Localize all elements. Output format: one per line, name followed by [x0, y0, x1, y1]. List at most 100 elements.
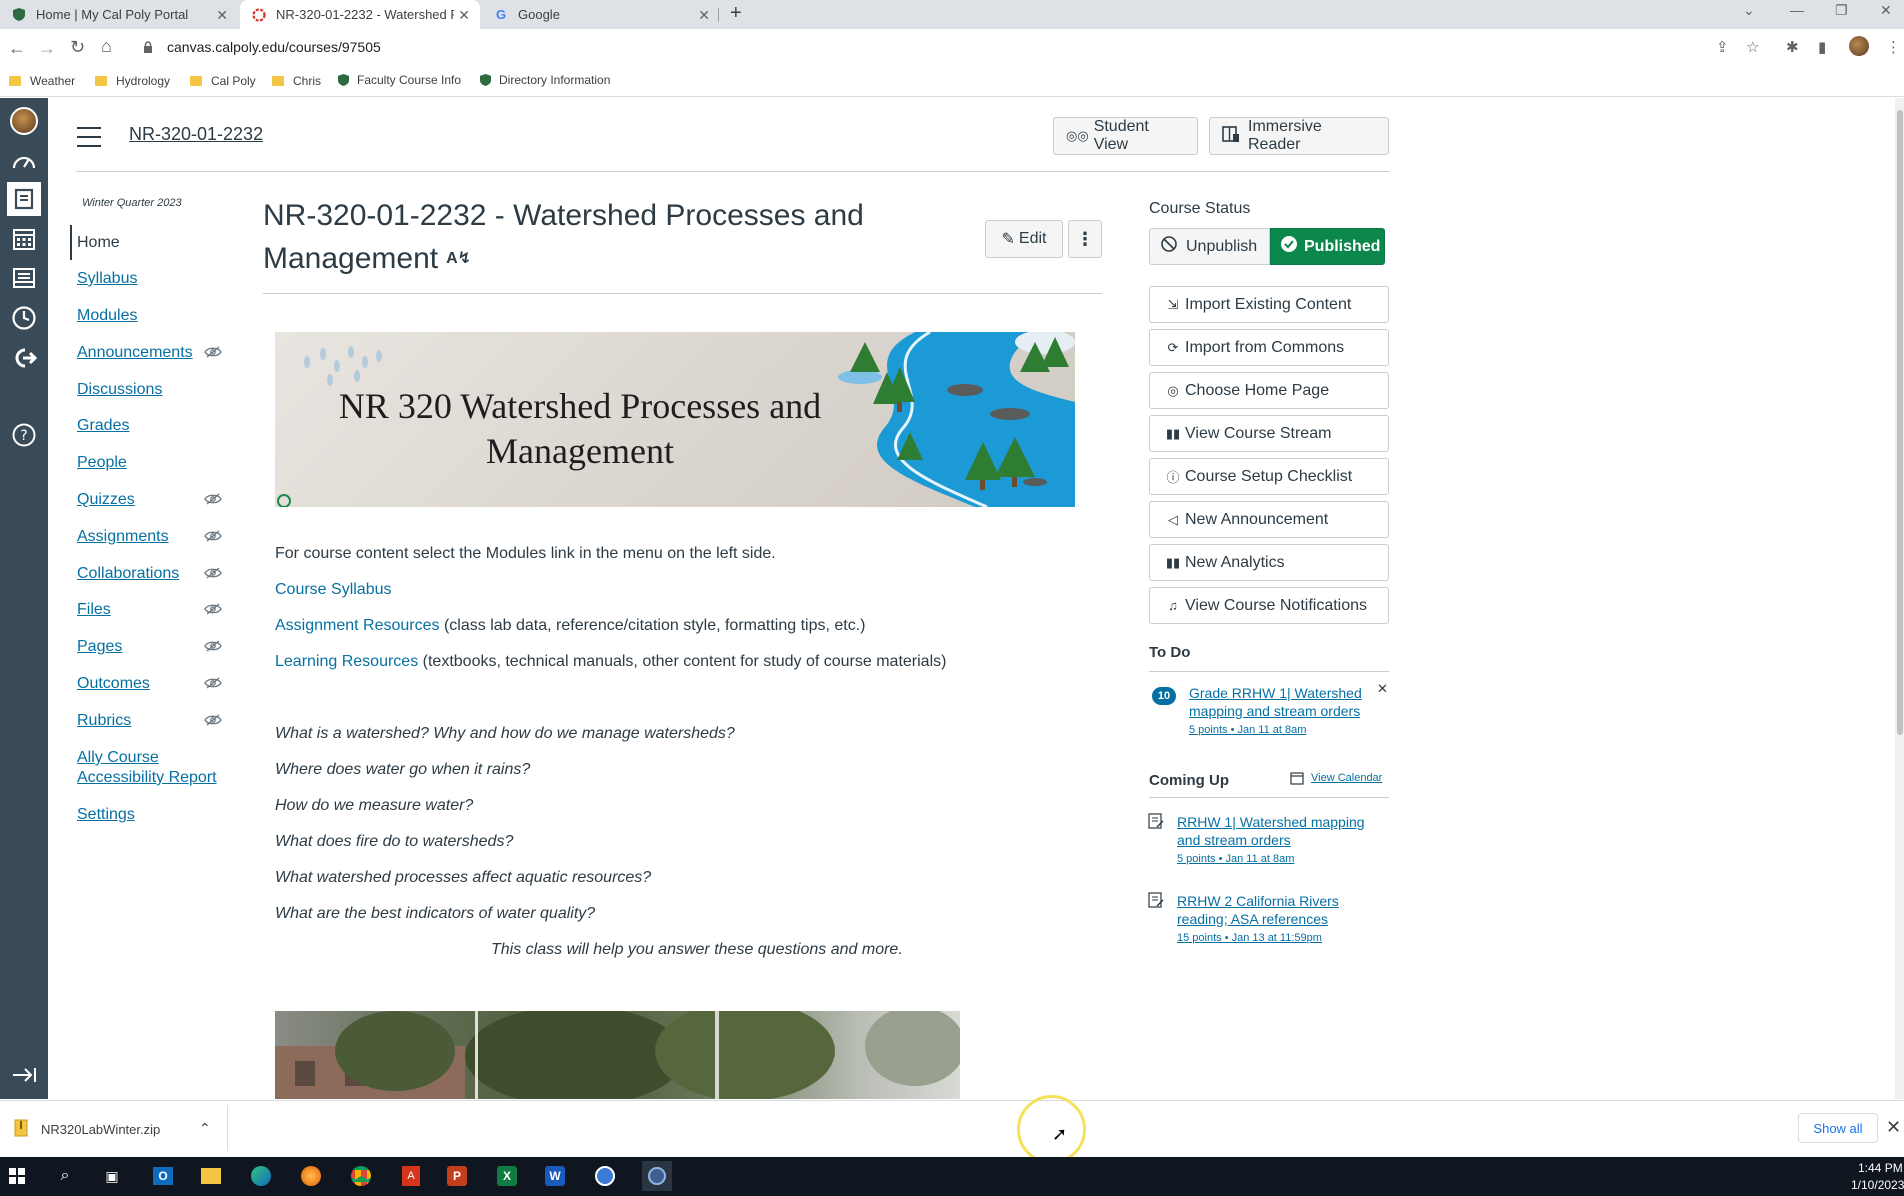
home-icon[interactable]: ⌂: [101, 36, 112, 57]
bookmark-directory-information[interactable]: Directory Information: [480, 73, 610, 87]
avatar[interactable]: [1849, 36, 1869, 60]
import-from-commons-button[interactable]: ⟳ Import from Commons: [1149, 329, 1389, 366]
course-nav-files[interactable]: Files: [77, 600, 111, 620]
star-icon[interactable]: ☆: [1746, 38, 1759, 56]
coming-up-item-title-line1[interactable]: RRHW 1| Watershed mapping: [1177, 813, 1365, 831]
course-nav-modules[interactable]: Modules: [77, 306, 137, 326]
taskbar-date[interactable]: 1/10/2023: [1851, 1178, 1904, 1192]
tab-google[interactable]: G Google ✕: [482, 0, 720, 29]
todo-item-meta[interactable]: 5 points • Jan 11 at 8am: [1189, 724, 1306, 736]
restore-icon[interactable]: ❐: [1835, 2, 1848, 19]
close-icon[interactable]: ✕: [216, 7, 228, 24]
import-existing-content-button[interactable]: ⇲ Import Existing Content: [1149, 286, 1389, 323]
app-icon[interactable]: [594, 1165, 616, 1187]
help-icon[interactable]: ?: [7, 418, 41, 452]
firefox-icon[interactable]: [300, 1165, 322, 1187]
bookmark-hydrology[interactable]: Hydrology: [95, 74, 170, 88]
show-all-downloads-button[interactable]: Show all: [1798, 1113, 1878, 1143]
more-options-button[interactable]: ⋮: [1068, 220, 1102, 258]
coming-up-item-meta[interactable]: 5 points • Jan 11 at 8am: [1177, 853, 1294, 865]
course-nav-home[interactable]: Home: [77, 233, 120, 253]
windows-start-icon[interactable]: [6, 1165, 28, 1187]
chevron-down-icon[interactable]: ⌄: [1743, 2, 1755, 19]
account-avatar-icon[interactable]: [7, 104, 41, 138]
share-icon[interactable]: ⇪: [1716, 38, 1729, 56]
forward-icon[interactable]: →: [38, 38, 56, 59]
course-nav-pages[interactable]: Pages: [77, 637, 122, 657]
hamburger-menu-icon[interactable]: [77, 127, 101, 154]
coming-up-item-title-line1[interactable]: RRHW 2 California Rivers: [1177, 892, 1339, 910]
course-nav-outcomes[interactable]: Outcomes: [77, 674, 150, 694]
immersive-reader-button[interactable]: Immersive Reader: [1209, 117, 1389, 155]
outlook-icon[interactable]: O: [152, 1165, 174, 1187]
course-syllabus-link[interactable]: Course Syllabus: [275, 581, 392, 598]
course-nav-assignments[interactable]: Assignments: [77, 527, 169, 547]
course-nav-discussions[interactable]: Discussions: [77, 380, 162, 400]
coming-up-item-title-line2[interactable]: and stream orders: [1177, 831, 1291, 849]
course-nav-collaborations[interactable]: Collaborations: [77, 564, 179, 584]
close-icon[interactable]: ✕: [698, 7, 710, 24]
view-course-notifications-button[interactable]: ♫ View Course Notifications: [1149, 587, 1389, 624]
coming-up-item-title-line2[interactable]: reading; ASA references: [1177, 910, 1328, 928]
download-item[interactable]: NR320LabWinter.zip: [41, 1122, 160, 1137]
course-nav-quizzes[interactable]: Quizzes: [77, 490, 135, 510]
edit-button[interactable]: ✎ Edit: [985, 220, 1063, 258]
course-nav-announcements[interactable]: Announcements: [77, 343, 193, 363]
learning-resources-link[interactable]: Learning Resources: [275, 653, 418, 670]
inbox-icon[interactable]: [7, 261, 41, 295]
collapse-nav-icon[interactable]: [7, 1058, 41, 1092]
calendar-icon[interactable]: [7, 222, 41, 256]
close-icon[interactable]: ✕: [1886, 1117, 1901, 1138]
view-course-stream-button[interactable]: ▮▮ View Course Stream: [1149, 415, 1389, 452]
published-button[interactable]: Published: [1270, 228, 1385, 265]
breadcrumb-course[interactable]: NR-320-01-2232: [129, 124, 263, 145]
unpublish-button[interactable]: Unpublish: [1149, 228, 1270, 265]
new-announcement-button[interactable]: ◁ New Announcement: [1149, 501, 1389, 538]
minimize-icon[interactable]: —: [1790, 2, 1804, 18]
acrobat-icon[interactable]: A: [400, 1165, 422, 1187]
bookmark-faculty-course-info[interactable]: Faculty Course Info: [338, 73, 461, 87]
tab-canvas-course[interactable]: NR-320-01-2232 - Watershed Pr ✕: [240, 0, 480, 29]
close-window-icon[interactable]: ✕: [1880, 2, 1892, 19]
dismiss-icon[interactable]: ✕: [1377, 681, 1388, 697]
coming-up-item-meta[interactable]: 15 points • Jan 13 at 11:59pm: [1177, 932, 1322, 944]
todo-item-title-line1[interactable]: Grade RRHW 1| Watershed: [1189, 684, 1362, 702]
course-nav-settings[interactable]: Settings: [77, 805, 135, 825]
file-explorer-icon[interactable]: [200, 1165, 222, 1187]
word-icon[interactable]: W: [544, 1165, 566, 1187]
course-nav-ally-report-line2[interactable]: Accessibility Report: [77, 768, 217, 788]
course-nav-people[interactable]: People: [77, 453, 127, 473]
task-view-icon[interactable]: ▣: [101, 1165, 123, 1187]
student-view-button[interactable]: ◎◎ Student View: [1053, 117, 1198, 155]
todo-item-title-line2[interactable]: mapping and stream orders: [1189, 702, 1360, 720]
menu-icon[interactable]: ⋮: [1886, 38, 1901, 56]
course-nav-ally-report-line1[interactable]: Ally Course: [77, 748, 159, 768]
address-bar[interactable]: canvas.calpoly.edu/courses/97505: [167, 39, 381, 55]
chrome-icon[interactable]: [350, 1165, 372, 1187]
side-panel-icon[interactable]: ▮: [1818, 38, 1826, 56]
screen-recorder-icon[interactable]: [642, 1161, 672, 1191]
history-icon[interactable]: [7, 301, 41, 335]
bookmark-weather[interactable]: Weather: [9, 74, 75, 88]
commons-icon[interactable]: [7, 341, 41, 375]
courses-icon[interactable]: [7, 182, 41, 216]
search-icon[interactable]: ⌕: [54, 1165, 76, 1187]
bookmark-chris[interactable]: Chris: [272, 74, 321, 88]
tab-cal-poly-portal[interactable]: Home | My Cal Poly Portal ✕: [0, 0, 238, 29]
powerpoint-icon[interactable]: P: [446, 1165, 468, 1187]
course-nav-rubrics[interactable]: Rubrics: [77, 711, 131, 731]
reload-icon[interactable]: ↻: [70, 37, 85, 58]
ally-accessibility-icon[interactable]: A↯: [446, 237, 471, 280]
course-nav-syllabus[interactable]: Syllabus: [77, 269, 137, 289]
choose-home-page-button[interactable]: ◎ Choose Home Page: [1149, 372, 1389, 409]
course-nav-grades[interactable]: Grades: [77, 416, 129, 436]
new-tab-icon[interactable]: +: [730, 2, 742, 25]
new-analytics-button[interactable]: ▮▮ New Analytics: [1149, 544, 1389, 581]
bookmark-cal-poly[interactable]: Cal Poly: [190, 74, 256, 88]
assignment-resources-link[interactable]: Assignment Resources: [275, 617, 440, 634]
course-setup-checklist-button[interactable]: ⓘ Course Setup Checklist: [1149, 458, 1389, 495]
excel-icon[interactable]: X: [496, 1165, 518, 1187]
edge-icon[interactable]: [250, 1165, 272, 1187]
back-icon[interactable]: ←: [8, 38, 26, 59]
dashboard-icon[interactable]: [7, 144, 41, 178]
